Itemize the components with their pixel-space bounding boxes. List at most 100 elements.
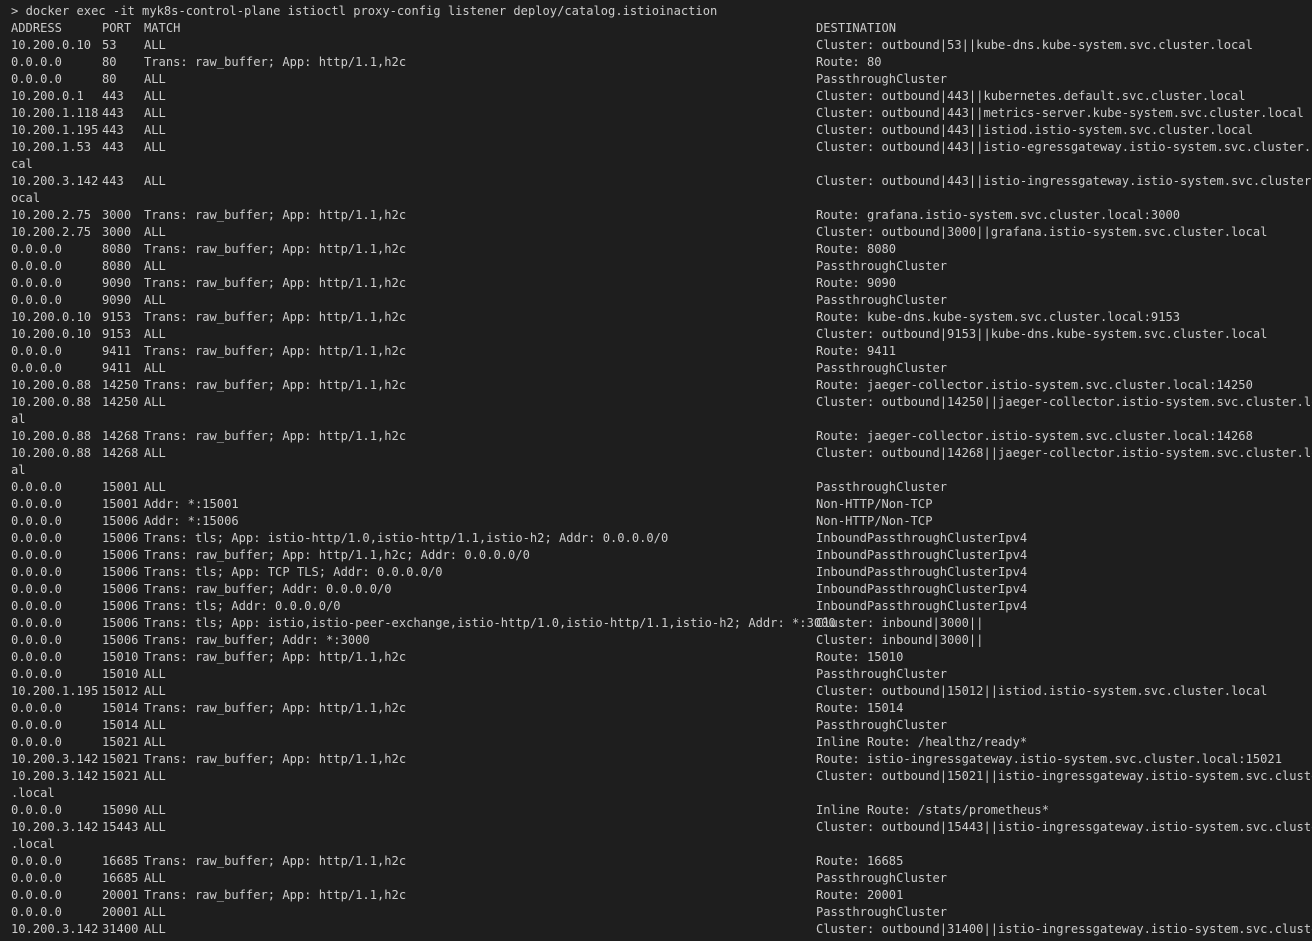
cell-address: 10.200.1.118: [11, 106, 99, 120]
cell-match: Trans: raw_buffer; App: http/1.1,h2c: [144, 378, 407, 392]
cell-address: 10.200.0.88: [11, 378, 92, 392]
table-row: 0.0.0.0 15006 Addr: *:15006 Non-HTTP/Non-TC…: [0, 513, 1312, 530]
table-row: 0.0.0.0 9411 Trans: raw_buffer; App: http/…: [0, 343, 1312, 360]
cell-address: 0.0.0.0: [11, 616, 62, 630]
listener-table: 10.200.0.10 53 ALL Cluster: outbound|53||ku…: [0, 37, 1312, 938]
cell-destination: PassthroughCluster: [816, 361, 948, 375]
table-row: 0.0.0.0 8080 ALL PassthroughCluster: [0, 258, 1312, 275]
cell-address: 10.200.3.142: [11, 769, 99, 783]
cell-address: 10.200.2.75: [11, 225, 92, 239]
cell-address: 0.0.0.0: [11, 480, 62, 494]
header-match: MATCH: [144, 21, 181, 35]
table-row: 10.200.0.88 14250 Trans: raw_buffer; App: …: [0, 377, 1312, 394]
cell-destination: Route: 9090: [816, 276, 897, 290]
cell-match: ALL: [144, 735, 166, 749]
cell-destination-wrap: .local: [11, 837, 55, 851]
cell-port: 15006: [102, 582, 139, 596]
table-header: ADDRESS PORT MATCH DESTINATION: [0, 20, 1312, 37]
cell-address: 0.0.0.0: [11, 72, 62, 86]
table-row: 10.200.2.75 3000 Trans: raw_buffer; App: h…: [0, 207, 1312, 224]
cell-address: 10.200.0.88: [11, 429, 92, 443]
cell-address: 0.0.0.0: [11, 888, 62, 902]
table-row: 0.0.0.0 15001 ALL PassthroughCluster: [0, 479, 1312, 496]
cell-port: 80: [102, 72, 117, 86]
cell-port: 53: [102, 38, 117, 52]
table-row: 10.200.3.142 15021 ALL Cluster: outbound|15…: [0, 768, 1312, 785]
cell-port: 80: [102, 55, 117, 69]
table-row: 10.200.0.10 9153 ALL Cluster: outbound|9153…: [0, 326, 1312, 343]
cell-match: ALL: [144, 922, 166, 936]
cell-port: 14250: [102, 378, 139, 392]
cell-match: Trans: raw_buffer; App: http/1.1,h2c: [144, 429, 407, 443]
cell-address: 10.200.2.75: [11, 208, 92, 222]
cell-destination: InboundPassthroughClusterIpv4: [816, 582, 1028, 596]
table-row: 0.0.0.0 15021 ALL Inline Route: /healthz/re…: [0, 734, 1312, 751]
cell-destination: Cluster: outbound|14250||jaeger-collecto…: [816, 395, 1312, 409]
cell-destination: Inline Route: /stats/prometheus*: [816, 803, 1049, 817]
cell-port: 20001: [102, 905, 139, 919]
cell-address: 0.0.0.0: [11, 276, 62, 290]
table-row: 10.200.3.142 443 ALL Cluster: outbound|443|…: [0, 173, 1312, 190]
table-row: 0.0.0.0 15001 Addr: *:15001 Non-HTTP/Non-TC…: [0, 496, 1312, 513]
cell-address: 0.0.0.0: [11, 633, 62, 647]
cell-match: ALL: [144, 225, 166, 239]
table-row: 0.0.0.0 16685 ALL PassthroughCluster: [0, 870, 1312, 887]
cell-destination: Cluster: outbound|443||istio-egressgatew…: [816, 140, 1312, 154]
cell-match: ALL: [144, 123, 166, 137]
table-row: 10.200.0.1 443 ALL Cluster: outbound|443||k…: [0, 88, 1312, 105]
cell-destination: Cluster: inbound|3000||: [816, 616, 984, 630]
cell-match: Trans: raw_buffer; App: http/1.1,h2c: [144, 208, 407, 222]
table-row: 10.200.1.195 15012 ALL Cluster: outbound|15…: [0, 683, 1312, 700]
cell-destination: Cluster: outbound|3000||grafana.istio-sy…: [816, 225, 1268, 239]
cell-destination: Cluster: outbound|9153||kube-dns.kube-sy…: [816, 327, 1268, 341]
cell-destination-wrap: .local: [11, 786, 55, 800]
cell-port: 15001: [102, 480, 139, 494]
cell-address: 0.0.0.0: [11, 735, 62, 749]
cell-match: ALL: [144, 820, 166, 834]
cell-match: ALL: [144, 769, 166, 783]
table-row: 0.0.0.0 16685 Trans: raw_buffer; App: http…: [0, 853, 1312, 870]
cell-destination: Cluster: inbound|3000||: [816, 633, 984, 647]
cell-match: ALL: [144, 140, 166, 154]
cell-destination: InboundPassthroughClusterIpv4: [816, 548, 1028, 562]
table-row: 0.0.0.0 15006 Trans: tls; App: istio-http/…: [0, 530, 1312, 547]
cell-destination: Cluster: outbound|443||metrics-server.ku…: [816, 106, 1304, 120]
cell-match: Trans: raw_buffer; App: http/1.1,h2c: [144, 888, 407, 902]
cell-port: 443: [102, 106, 124, 120]
cell-match: Addr: *:15001: [144, 497, 239, 511]
table-row: 0.0.0.0 9090 Trans: raw_buffer; App: http/…: [0, 275, 1312, 292]
cell-match: ALL: [144, 803, 166, 817]
cell-port: 31400: [102, 922, 139, 936]
table-row: 0.0.0.0 15014 Trans: raw_buffer; App: http…: [0, 700, 1312, 717]
cell-port: 15006: [102, 548, 139, 562]
cell-port: 9153: [102, 310, 132, 324]
cell-port: 20001: [102, 888, 139, 902]
cell-match: ALL: [144, 684, 166, 698]
cell-destination: InboundPassthroughClusterIpv4: [816, 599, 1028, 613]
cell-destination: Cluster: outbound|443||istiod.istio-syst…: [816, 123, 1253, 137]
cell-address: 0.0.0.0: [11, 55, 62, 69]
table-row: 10.200.0.88 14250 ALL Cluster: outbound|142…: [0, 394, 1312, 411]
cell-match: Trans: raw_buffer; App: http/1.1,h2c: [144, 276, 407, 290]
terminal-output[interactable]: > docker exec -it myk8s-control-plane is…: [0, 0, 1312, 941]
table-row: 10.200.0.88 14268 Trans: raw_buffer; App: …: [0, 428, 1312, 445]
cell-port: 15010: [102, 650, 139, 664]
cell-address: 10.200.0.10: [11, 38, 92, 52]
cell-destination: Route: 15014: [816, 701, 904, 715]
cell-destination: Route: jaeger-collector.istio-system.svc…: [816, 378, 1253, 392]
cell-match: ALL: [144, 361, 166, 375]
cell-destination-wrap: ocal: [11, 191, 41, 205]
table-row: 0.0.0.0 80 Trans: raw_buffer; App: http/1.…: [0, 54, 1312, 71]
header-destination: DESTINATION: [816, 21, 897, 35]
cell-destination: Route: 9411: [816, 344, 897, 358]
cell-match: Trans: tls; App: TCP TLS; Addr: 0.0.0.0/…: [144, 565, 443, 579]
cell-port: 14250: [102, 395, 139, 409]
cell-match: Trans: raw_buffer; App: http/1.1,h2c: [144, 55, 407, 69]
cell-address: 0.0.0.0: [11, 667, 62, 681]
cell-match: ALL: [144, 327, 166, 341]
cell-port: 3000: [102, 225, 132, 239]
cell-address: 0.0.0.0: [11, 650, 62, 664]
cell-match: Trans: raw_buffer; App: http/1.1,h2c; Ad…: [144, 548, 530, 562]
cell-destination: PassthroughCluster: [816, 871, 948, 885]
cell-destination-wrap: al: [11, 412, 26, 426]
